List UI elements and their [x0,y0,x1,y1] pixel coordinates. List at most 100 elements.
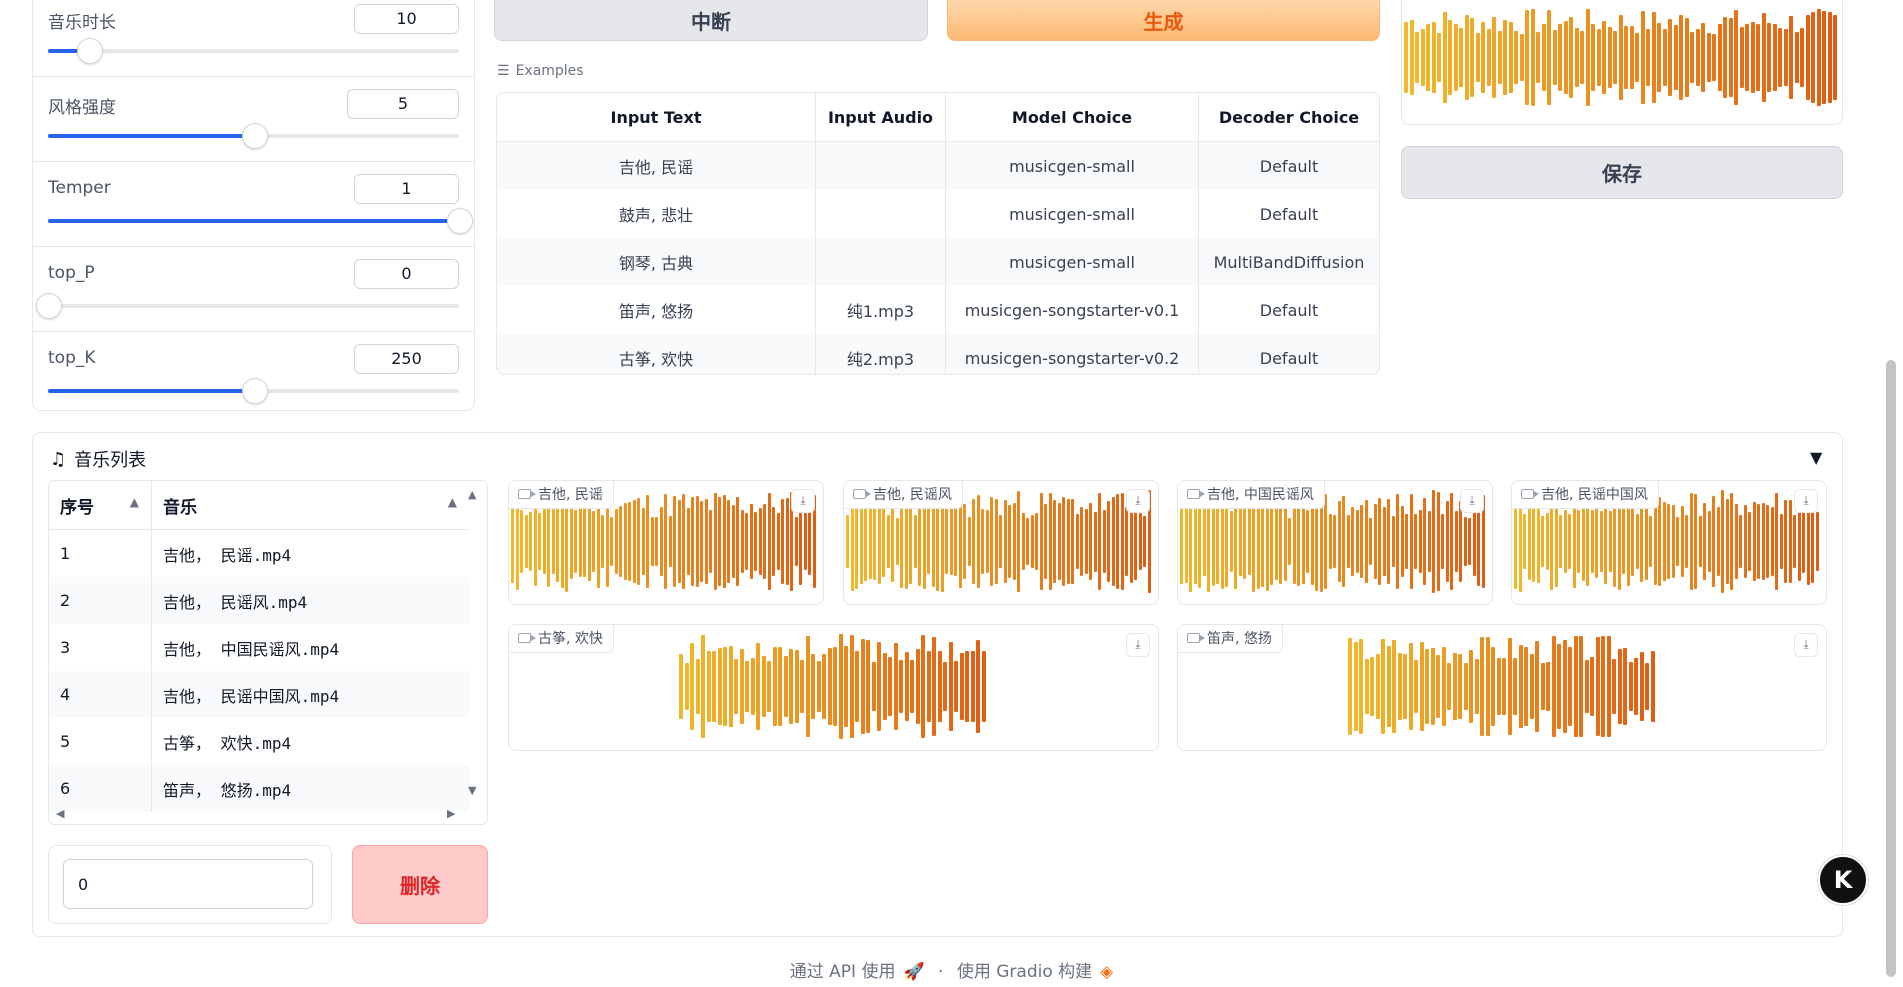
sort-up-icon[interactable]: ▲ [448,495,457,509]
waveform-bar [668,515,672,568]
example-row[interactable]: 笛声, 悠扬 纯1.mp3 musicgen-songstarter-v0.1 … [497,286,1379,334]
param-slider[interactable] [36,293,459,319]
waveform-bar [1685,515,1688,568]
waveform-bar [1601,636,1605,737]
waveform-bar [1044,504,1047,579]
param-slider[interactable] [48,208,473,234]
slider-thumb[interactable] [241,378,268,404]
waveform-bar [614,509,618,574]
param-number-input[interactable]: 1 [354,174,459,204]
param-slider[interactable] [48,123,459,149]
download-icon[interactable]: ⤓ [1794,489,1818,513]
cell[interactable]: 5 [49,718,152,765]
gradio-link[interactable]: 使用 Gradio 构建 [957,962,1092,982]
waveform-bar [963,503,966,580]
cell[interactable]: 6 [49,765,152,812]
table-row[interactable]: 4 吉他， 民谣中国风.mp4 [49,671,469,718]
slider-thumb[interactable] [36,293,62,319]
cell[interactable]: 2 [49,577,152,624]
collapse-triangle-icon[interactable]: ▼ [1810,448,1822,467]
slider-thumb[interactable] [77,38,104,64]
waveform-bar [701,635,705,738]
waveform-bar [1680,506,1684,577]
video-card[interactable]: 吉他, 民谣 ⤓ [508,480,824,605]
column-header-index[interactable]: 序号 ▲ [49,481,152,530]
cell[interactable]: 1 [49,529,152,577]
waveform-bar [943,662,947,711]
example-row[interactable]: 古筝, 欢快 纯2.mp3 musicgen-songstarter-v0.2 … [497,334,1379,374]
param-number-input[interactable]: 10 [354,4,459,34]
param-number-input[interactable]: 0 [354,259,459,289]
cell[interactable]: 吉他， 民谣中国风.mp4 [151,671,469,718]
waveform-bar [1430,648,1435,725]
video-card[interactable]: 笛声, 悠扬 ⤓ [1177,624,1827,751]
video-card[interactable]: 古筝, 欢快 ⤓ [508,624,1159,751]
scroll-right-icon[interactable]: ▶ [447,807,455,820]
page-scrollbar[interactable] [1886,360,1896,977]
download-icon[interactable]: ⤓ [1126,489,1150,513]
index-input[interactable]: 0 [63,859,313,909]
cell[interactable]: 笛声， 悠扬.mp4 [151,765,469,812]
waveform-bar [1381,639,1385,734]
waveform-bar [981,651,986,722]
param-number-input[interactable]: 250 [354,344,459,374]
cell[interactable]: 吉他， 民谣风.mp4 [151,577,469,624]
example-row[interactable]: 钢琴, 古典 musicgen-small MultiBandDiffusion [497,238,1379,286]
table-row[interactable]: 5 古筝， 欢快.mp4 [49,718,469,765]
waveform-bar [1369,518,1372,565]
waveform-bar [695,659,700,714]
cell[interactable]: 4 [49,671,152,718]
table-row[interactable]: 6 笛声， 悠扬.mp4 [49,765,469,812]
download-icon[interactable]: ⤓ [1460,489,1484,513]
waveform-bar [1392,640,1396,733]
example-row[interactable]: 吉他, 民谣 musicgen-small Default [497,141,1379,190]
table-row[interactable]: 2 吉他， 民谣风.mp4 [49,577,469,624]
slider-thumb[interactable] [241,123,268,149]
scroll-down-icon[interactable]: ▼ [468,784,476,797]
waveform-bar [1734,503,1738,580]
stop-button[interactable]: 中断 [494,0,928,41]
slider-thumb[interactable] [447,208,473,234]
waveform-bar [855,650,859,723]
waveform-bar [816,661,821,712]
api-link[interactable]: 通过 API 使用 [790,962,896,982]
table-row[interactable]: 1 吉他， 民谣.mp4 [49,529,470,578]
examples-table: Input Text Input Audio Model Choice Deco… [496,92,1380,375]
waveform-bar [1472,507,1476,576]
output-video-preview[interactable] [1401,0,1843,125]
waveform-bar [1730,492,1733,591]
cell[interactable]: 吉他， 民谣.mp4 [152,530,470,578]
waveform-bar [1057,502,1061,581]
param-top-p: top_P 0 [33,246,474,332]
column-header-music[interactable]: 音乐 ▲ [151,481,469,530]
param-slider[interactable] [48,38,459,64]
param-slider[interactable] [48,378,459,404]
footer: 通过 API 使用 🚀 · 使用 Gradio 构建 ◈ [0,957,1903,982]
waveform-bar [524,515,528,568]
waveform-bar [1491,647,1495,726]
download-icon[interactable]: ⤓ [791,489,815,513]
download-icon[interactable]: ⤓ [1126,633,1150,657]
video-card[interactable]: 吉他, 民谣风 ⤓ [843,480,1159,605]
cell[interactable]: 吉他， 中国民谣风.mp4 [152,624,470,671]
table-row[interactable]: 3 吉他， 中国民谣风.mp4 [49,624,469,671]
delete-button[interactable]: 删除 [352,845,488,924]
sort-up-icon[interactable]: ▲ [130,495,139,509]
save-button[interactable]: 保存 [1401,146,1843,199]
video-card[interactable]: 吉他, 民谣中国风 ⤓ [1511,480,1827,605]
waveform-bar [1125,507,1128,576]
param-number-input[interactable]: 5 [347,89,459,119]
video-card[interactable]: 吉他, 中国民谣风 ⤓ [1177,480,1493,605]
example-row[interactable]: 鼓声, 悲壮 musicgen-small Default [497,190,1379,238]
generate-button[interactable]: 生成 [947,0,1380,41]
music-list-header[interactable]: ♫ 音乐列表 [50,446,146,472]
waveform-bar [1274,503,1278,580]
download-icon[interactable]: ⤓ [1794,633,1818,657]
waveform-bar [1590,656,1594,717]
cell[interactable]: 古筝， 欢快.mp4 [152,718,470,765]
scroll-up-icon[interactable]: ▲ [468,488,476,501]
cell[interactable]: 3 [49,624,152,671]
scroll-left-icon[interactable]: ◀ [56,807,64,820]
waveform [1348,625,1658,748]
assistant-launcher-icon[interactable]: K [1818,855,1868,905]
